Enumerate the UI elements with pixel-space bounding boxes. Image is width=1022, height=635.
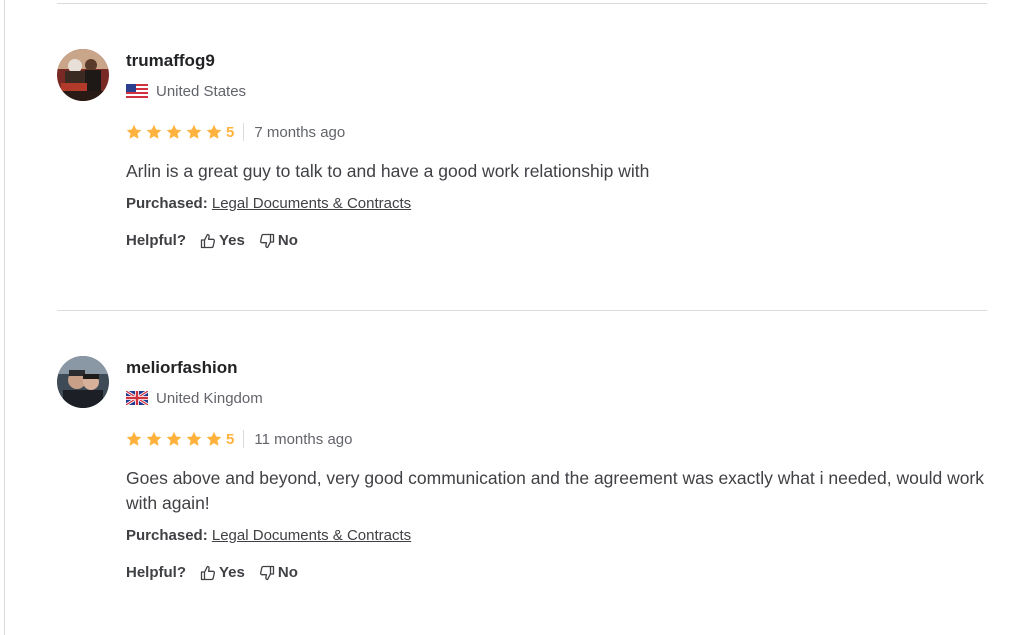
yes-label: Yes — [219, 232, 245, 249]
star-icon — [146, 124, 162, 139]
star-icon — [206, 431, 222, 446]
country-name: United Kingdom — [156, 389, 263, 407]
star-rating — [126, 431, 226, 447]
divider — [57, 3, 987, 4]
helpful-yes-button[interactable]: Yes — [200, 564, 245, 581]
no-label: No — [277, 232, 298, 249]
helpful-no-button[interactable]: No — [259, 564, 298, 581]
review-time: 7 months ago — [254, 123, 346, 141]
helpful-label: Helpful? — [126, 564, 186, 581]
rating-row: 5 7 months ago — [126, 123, 987, 141]
separator — [243, 123, 245, 141]
helpful-yes-button[interactable]: Yes — [200, 232, 245, 249]
purchased-gig-link[interactable]: Legal Documents & Contracts — [212, 195, 411, 212]
star-rating — [126, 124, 226, 140]
helpful-row: Helpful? Yes No — [126, 232, 987, 249]
thumbs-down-icon — [259, 233, 275, 248]
star-icon — [146, 431, 162, 446]
star-icon — [166, 431, 182, 446]
purchased-gig-link[interactable]: Legal Documents & Contracts — [212, 527, 411, 544]
left-border — [4, 0, 5, 635]
rating-score: 5 — [226, 123, 235, 141]
purchased-label: Purchased: — [126, 527, 208, 544]
avatar[interactable] — [57, 356, 109, 408]
rating-row: 5 11 months ago — [126, 430, 987, 448]
thumbs-down-icon — [259, 565, 275, 580]
rating-score: 5 — [226, 430, 235, 448]
review-time: 11 months ago — [254, 430, 353, 448]
us-flag-icon — [126, 84, 148, 98]
star-icon — [206, 124, 222, 139]
yes-label: Yes — [219, 564, 245, 581]
review-text: Arlin is a great guy to talk to and have… — [126, 161, 650, 181]
review-text: Goes above and beyond, very good communi… — [126, 468, 985, 513]
thumbs-up-icon — [200, 233, 215, 248]
country-name: United States — [156, 82, 247, 100]
avatar[interactable] — [57, 49, 109, 101]
username[interactable]: meliorfashion — [126, 357, 987, 379]
helpful-no-button[interactable]: No — [259, 232, 298, 249]
no-label: No — [277, 564, 298, 581]
star-icon — [166, 124, 182, 139]
helpful-label: Helpful? — [126, 232, 186, 249]
purchased-info: Purchased: Legal Documents & Contracts — [126, 527, 987, 544]
thumbs-up-icon — [200, 565, 215, 580]
purchased-label: Purchased: — [126, 195, 208, 212]
star-icon — [186, 124, 202, 139]
uk-flag-icon — [126, 391, 148, 405]
separator — [243, 430, 245, 448]
divider — [57, 310, 987, 311]
country: United States — [126, 81, 987, 101]
star-icon — [126, 431, 142, 446]
helpful-row: Helpful? Yes No — [126, 564, 987, 581]
star-icon — [126, 124, 142, 139]
username[interactable]: trumaffog9 — [126, 50, 987, 72]
purchased-info: Purchased: Legal Documents & Contracts — [126, 195, 987, 212]
star-icon — [186, 431, 202, 446]
country: United Kingdom — [126, 388, 987, 408]
